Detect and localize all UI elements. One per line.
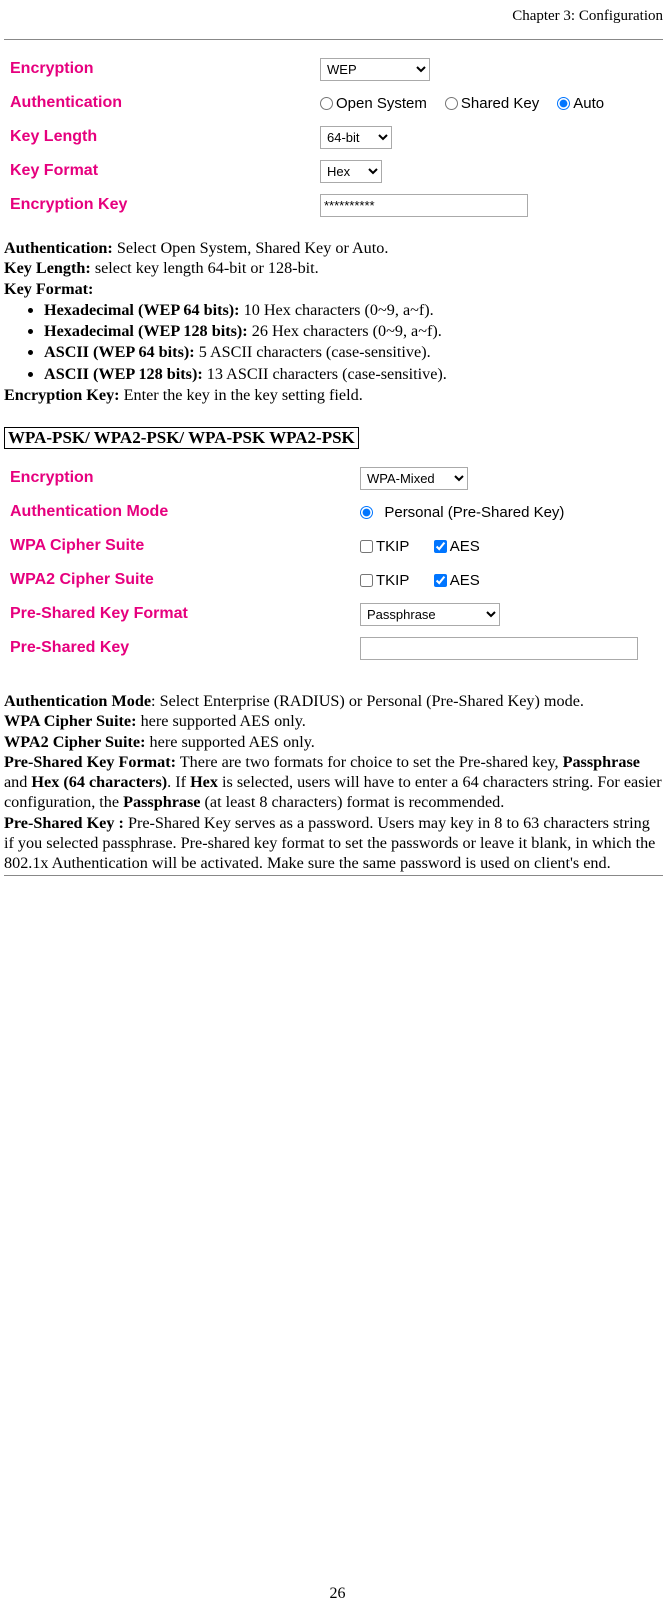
wpa2-aes-checkbox[interactable]: AES	[434, 572, 480, 589]
list-item: ASCII (WEP 128 bits): 13 ASCII character…	[44, 364, 663, 384]
wpa2-tkip-checkbox[interactable]: TKIP	[360, 572, 409, 589]
auth-mode-personal-option[interactable]: Personal (Pre-Shared Key)	[360, 504, 564, 521]
list-item: Hexadecimal (WEP 128 bits): 26 Hex chara…	[44, 321, 663, 341]
encryption-label: Encryption	[10, 60, 320, 78]
wpa-aes-checkbox[interactable]: AES	[434, 538, 480, 555]
key-format-select[interactable]: Hex	[320, 160, 382, 183]
wpa-cipher-label: WPA Cipher Suite	[10, 537, 320, 555]
list-item: ASCII (WEP 64 bits): 5 ASCII characters …	[44, 342, 663, 362]
wep-description: Authentication: Select Open System, Shar…	[4, 238, 663, 405]
encryption-select[interactable]: WEP	[320, 58, 430, 81]
psk-format-label: Pre-Shared Key Format	[10, 605, 320, 623]
auth-open-option[interactable]: Open System	[320, 95, 427, 112]
wpa-description: Authentication Mode: Select Enterprise (…	[4, 691, 663, 873]
authentication-label: Authentication	[10, 94, 320, 112]
wpa2-cipher-label: WPA2 Cipher Suite	[10, 571, 320, 589]
wpa-tkip-checkbox[interactable]: TKIP	[360, 538, 409, 555]
encryption-key-input[interactable]	[320, 194, 528, 217]
key-length-select[interactable]: 64-bit	[320, 126, 392, 149]
list-item: Hexadecimal (WEP 64 bits): 10 Hex charac…	[44, 300, 663, 320]
psk-format-select[interactable]: Passphrase	[360, 603, 500, 626]
wpa-form-screenshot: Encryption WPA-Mixed Authentication Mode…	[4, 451, 663, 675]
key-length-label: Key Length	[10, 128, 320, 146]
wpa-encryption-select[interactable]: WPA-Mixed	[360, 467, 468, 490]
wpa-section-heading: WPA-PSK/ WPA2-PSK/ WPA-PSK WPA2-PSK	[4, 427, 359, 449]
auth-mode-label: Authentication Mode	[10, 503, 320, 521]
chapter-heading: Chapter 3: Configuration	[4, 8, 663, 25]
wep-form-screenshot: Encryption WEP Authentication Open Syste…	[4, 42, 663, 232]
psk-input[interactable]	[360, 637, 638, 660]
auth-shared-option[interactable]: Shared Key	[445, 95, 539, 112]
key-format-label: Key Format	[10, 162, 320, 180]
page-number: 26	[4, 1585, 667, 1603]
wpa-encryption-label: Encryption	[10, 469, 320, 487]
auth-auto-option[interactable]: Auto	[557, 95, 604, 112]
content-box: Encryption WEP Authentication Open Syste…	[4, 39, 663, 876]
psk-label: Pre-Shared Key	[10, 639, 320, 657]
encryption-key-label: Encryption Key	[10, 196, 320, 214]
